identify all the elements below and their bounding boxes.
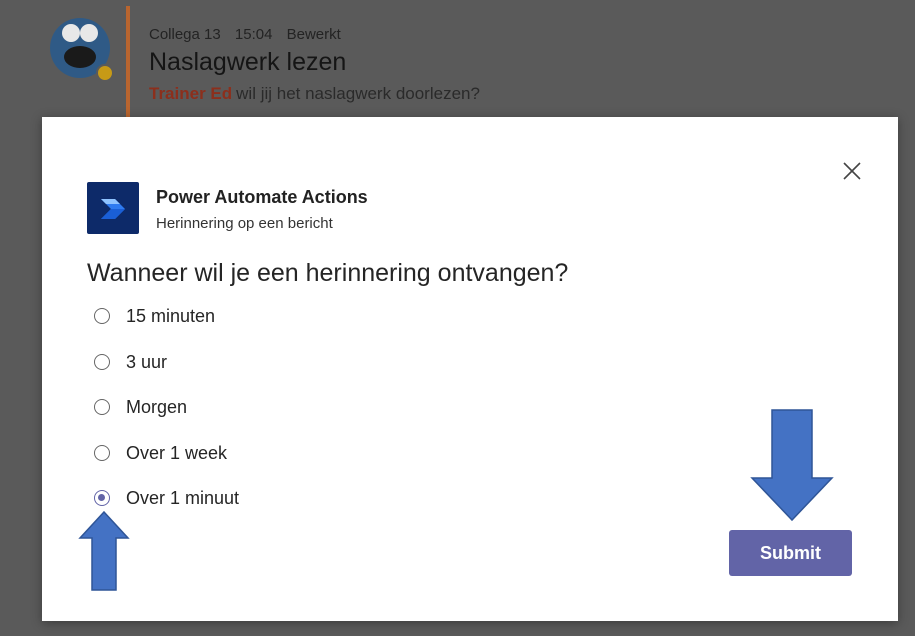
- radio-button[interactable]: [94, 399, 110, 415]
- mention[interactable]: Trainer Ed: [149, 84, 232, 103]
- arrow-down-icon: [750, 409, 834, 522]
- radio-option-morgen[interactable]: Morgen: [94, 394, 187, 420]
- presence-status-icon: [96, 64, 114, 82]
- message-edited: Bewerkt: [286, 26, 341, 43]
- message-title: Naslagwerk lezen: [149, 48, 347, 76]
- app-subtitle: Herinnering op een bericht: [156, 215, 333, 232]
- avatar-eye: [62, 24, 80, 42]
- message-time: 15:04: [234, 26, 273, 43]
- question-heading: Wanneer wil je een herinnering ontvangen…: [87, 259, 569, 287]
- avatar-mouth: [64, 46, 96, 68]
- radio-option-15-minuten[interactable]: 15 minuten: [94, 303, 215, 329]
- reminder-dialog: Power Automate Actions Herinnering op ee…: [42, 117, 898, 621]
- radio-option-over-1-week[interactable]: Over 1 week: [94, 440, 227, 466]
- message-meta: Collega 13 15:04 Bewerkt: [149, 26, 351, 43]
- radio-option-label: Over 1 week: [126, 442, 228, 463]
- chat-message: Collega 13 15:04 Bewerkt Naslagwerk leze…: [0, 0, 915, 118]
- radio-button[interactable]: [94, 354, 110, 370]
- message-body: Trainer Ed wil jij het naslagwerk doorlez…: [149, 84, 480, 104]
- submit-button[interactable]: Submit: [729, 530, 852, 576]
- power-automate-icon: [87, 182, 139, 234]
- message-text: wil jij het naslagwerk doorlezen?: [236, 84, 480, 103]
- app-name: Power Automate Actions: [156, 187, 368, 207]
- radio-option-label: Morgen: [126, 396, 188, 417]
- radio-option-over-1-minuut[interactable]: Over 1 minuut: [94, 485, 239, 511]
- close-button[interactable]: [838, 157, 866, 185]
- radio-option-3-uur[interactable]: 3 uur: [94, 349, 167, 375]
- message-author: Collega 13: [149, 26, 221, 43]
- close-icon: [843, 162, 861, 180]
- message-accent-bar: [126, 6, 130, 118]
- radio-button-selected[interactable]: [94, 490, 110, 506]
- radio-button[interactable]: [94, 308, 110, 324]
- arrow-up-icon: [78, 510, 130, 591]
- avatar-eye: [80, 24, 98, 42]
- radio-button[interactable]: [94, 445, 110, 461]
- radio-option-label: 3 uur: [126, 351, 168, 372]
- radio-option-label: 15 minuten: [126, 305, 216, 326]
- radio-option-label: Over 1 minuut: [126, 487, 240, 508]
